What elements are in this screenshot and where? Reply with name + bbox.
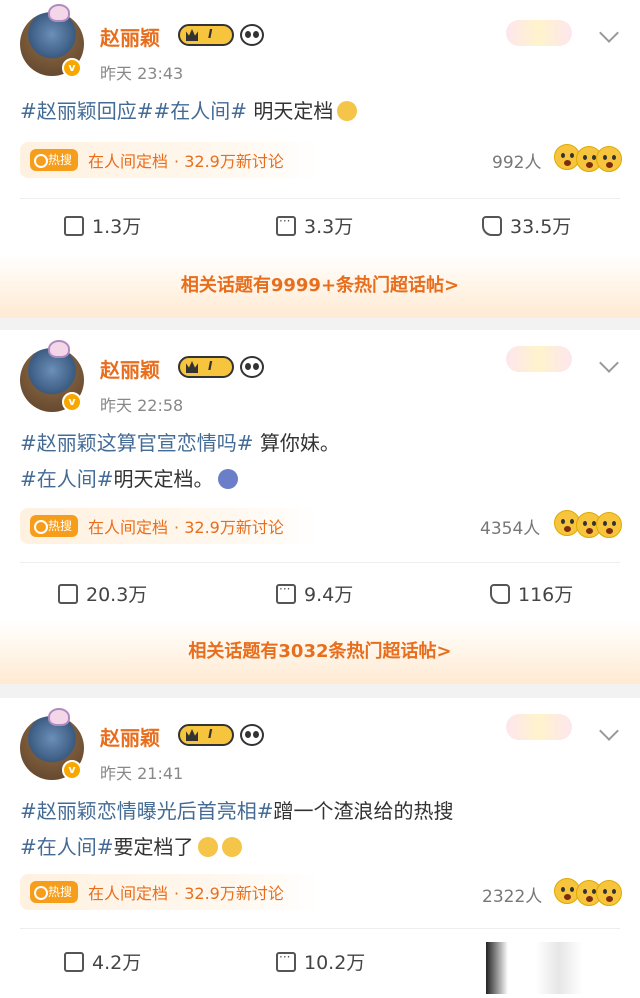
divider <box>20 928 620 929</box>
hashtag[interactable]: #在人间# <box>20 467 114 491</box>
divider <box>20 198 620 199</box>
panda-icon <box>240 24 264 46</box>
repost-icon <box>64 215 84 236</box>
comment-button[interactable]: 9.4万 <box>276 580 353 607</box>
super-topic-banner[interactable]: 相关话题有9999+条热门超话帖> <box>0 254 640 318</box>
chevron-down-icon[interactable] <box>599 721 619 741</box>
crown-level-icon[interactable]: I <box>178 724 234 746</box>
post-card: v 赵丽颖 I 昨天 22:58 #赵丽颖这算官宣恋情吗# 算你妹。 #在人间#… <box>0 330 640 620</box>
comment-icon <box>276 214 296 236</box>
hot-search-bar[interactable]: 热搜 在人间定档 · 32.9万新讨论 <box>20 874 320 910</box>
username[interactable]: 赵丽颖 <box>100 354 160 383</box>
repost-button[interactable]: 1.3万 <box>64 212 141 239</box>
verified-badge: v <box>62 392 82 412</box>
bow-icon <box>48 4 70 22</box>
like-button[interactable]: 33.5万 <box>482 212 571 239</box>
crown-icon <box>186 29 198 41</box>
hot-discussion: · 32.9万新讨论 <box>174 152 284 171</box>
hot-title: 在人间定档 <box>88 518 169 537</box>
verified-badge: v <box>62 760 82 780</box>
comment-icon <box>276 950 296 972</box>
emoji-icon <box>217 469 238 489</box>
emoji-reaction-icon[interactable] <box>596 146 622 172</box>
post-text-line2: #在人间#要定档了 <box>20 828 242 866</box>
hot-search-badge: 热搜 <box>30 149 79 171</box>
overlay-artifact <box>536 942 582 994</box>
hashtag[interactable]: #赵丽颖恋情曝光后首亮相# <box>20 799 274 823</box>
reaction-count: 992人 <box>492 153 542 173</box>
comment-icon <box>276 582 296 604</box>
scrollbar[interactable] <box>486 942 508 994</box>
hot-title: 在人间定档 <box>88 152 169 171</box>
hot-discussion: · 32.9万新讨论 <box>174 884 284 903</box>
post-text: #赵丽颖回应##在人间# 明天定档 <box>20 92 358 130</box>
crown-icon <box>186 729 198 741</box>
post-text-line2: #在人间#明天定档。 <box>20 460 238 498</box>
hot-search-badge: 热搜 <box>30 515 79 537</box>
comment-button[interactable]: 10.2万 <box>276 948 365 975</box>
comment-button[interactable]: 3.3万 <box>276 212 353 239</box>
post-body: 明天定档 <box>247 99 334 123</box>
verified-badge: v <box>62 58 82 78</box>
hot-discussion: · 32.9万新讨论 <box>174 518 284 537</box>
panda-icon <box>240 724 264 746</box>
like-icon <box>490 583 510 604</box>
post-body: 算你妹。 <box>253 431 340 455</box>
post-text: #赵丽颖恋情曝光后首亮相#蹭一个渣浪给的热搜 <box>20 792 454 830</box>
post-text: #赵丽颖这算官宣恋情吗# 算你妹。 <box>20 424 340 462</box>
emoji-icon <box>197 837 218 857</box>
emoji-reaction-icon[interactable] <box>596 512 622 538</box>
hot-search-bar[interactable]: 热搜 在人间定档 · 32.9万新讨论 <box>20 508 320 544</box>
super-topic-banner[interactable]: 相关话题有3032条热门超话帖> <box>0 620 640 684</box>
like-button[interactable]: 116万 <box>490 580 573 607</box>
like-icon <box>482 215 502 236</box>
emoji-icon <box>337 101 358 121</box>
post-time: 昨天 23:43 <box>100 64 184 83</box>
emoji-reaction-icon[interactable] <box>596 880 622 906</box>
username[interactable]: 赵丽颖 <box>100 22 160 51</box>
panda-icon <box>240 356 264 378</box>
hashtag[interactable]: #在人间# <box>20 835 114 859</box>
post-card: v 赵丽颖 I 昨天 23:43 #赵丽颖回应##在人间# 明天定档 热搜 在人… <box>0 0 640 254</box>
emoji-icon <box>221 837 242 857</box>
hot-title: 在人间定档 <box>88 884 169 903</box>
post-time: 昨天 22:58 <box>100 396 184 415</box>
repost-button[interactable]: 4.2万 <box>64 948 141 975</box>
crown-icon <box>186 361 198 373</box>
bow-icon <box>48 340 70 358</box>
decoration-card <box>506 20 572 46</box>
post-body: 明天定档。 <box>113 467 214 491</box>
post-body: 蹭一个渣浪给的热搜 <box>273 799 454 823</box>
hashtag[interactable]: #在人间# <box>154 99 248 123</box>
crown-level-icon[interactable]: I <box>178 24 234 46</box>
hashtag[interactable]: #赵丽颖回应# <box>20 99 154 123</box>
divider <box>20 562 620 563</box>
post-body: 要定档了 <box>113 835 194 859</box>
bow-icon <box>48 708 70 726</box>
username[interactable]: 赵丽颖 <box>100 722 160 751</box>
repost-button[interactable]: 20.3万 <box>58 580 147 607</box>
decoration-card <box>506 346 572 372</box>
hot-search-bar[interactable]: 热搜 在人间定档 · 32.9万新讨论 <box>20 142 320 178</box>
crown-level-icon[interactable]: I <box>178 356 234 378</box>
reaction-count: 4354人 <box>480 519 541 539</box>
chevron-down-icon[interactable] <box>599 23 619 43</box>
decoration-card <box>506 714 572 740</box>
post-time: 昨天 21:41 <box>100 764 184 783</box>
repost-icon <box>64 951 84 972</box>
repost-icon <box>58 583 78 604</box>
hashtag[interactable]: #赵丽颖这算官宣恋情吗# <box>20 431 254 455</box>
hot-search-badge: 热搜 <box>30 881 79 903</box>
chevron-down-icon[interactable] <box>599 353 619 373</box>
reaction-count: 2322人 <box>482 887 543 907</box>
